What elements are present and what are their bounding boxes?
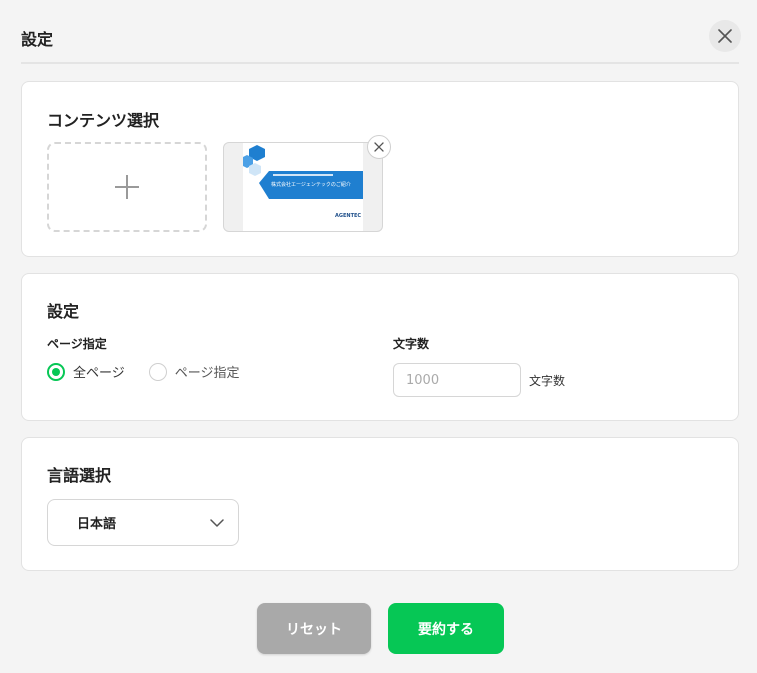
content-selection-title: コンテンツ選択 — [47, 111, 160, 130]
content-selection-card: コンテンツ選択 株式会社エージェンテックのご紹介 AGENTEC — [21, 81, 739, 257]
remove-thumbnail-button[interactable] — [367, 135, 391, 159]
radio-specify-pages[interactable]: ページ指定 — [148, 362, 240, 381]
thumbnail-caption: 株式会社エージェンテックのご紹介 — [271, 182, 351, 188]
radio-all-pages[interactable]: 全ページ — [47, 362, 125, 381]
thumbnail-preview: 株式会社エージェンテックのご紹介 AGENTEC — [243, 143, 363, 231]
plus-icon — [115, 175, 139, 199]
dialog-header: 設定 — [21, 0, 741, 64]
page-spec-label: ページ指定 — [47, 337, 107, 351]
char-count-unit: 文字数 — [529, 374, 566, 388]
close-icon — [718, 29, 732, 43]
radio-checked-icon — [47, 362, 65, 381]
settings-card: 設定 ページ指定 全ページ ページ指定 文字数 文字数 — [21, 273, 739, 421]
language-select-value: 日本語 — [77, 517, 117, 532]
page-radio-group: 全ページ ページ指定 — [47, 362, 264, 381]
language-title: 言語選択 — [47, 466, 112, 485]
close-icon — [374, 142, 384, 152]
thumbnail-brand: AGENTEC — [335, 213, 362, 219]
content-thumbnail[interactable]: 株式会社エージェンテックのご紹介 AGENTEC — [223, 135, 391, 232]
char-count-input[interactable] — [393, 363, 521, 397]
chevron-down-icon — [210, 518, 224, 527]
radio-specify-pages-label: ページ指定 — [174, 366, 240, 381]
add-content-button[interactable] — [47, 142, 207, 232]
reset-button[interactable]: リセット — [257, 603, 371, 654]
language-card: 言語選択 日本語 — [21, 437, 739, 571]
settings-title: 設定 — [47, 302, 80, 321]
radio-all-pages-label: 全ページ — [73, 366, 125, 381]
summarize-button[interactable]: 要約する — [388, 603, 504, 654]
radio-unchecked-icon — [148, 362, 167, 381]
language-select[interactable]: 日本語 — [47, 499, 239, 546]
close-button[interactable] — [709, 20, 741, 52]
char-count-label: 文字数 — [393, 337, 430, 351]
dialog-title: 設定 — [21, 30, 54, 49]
